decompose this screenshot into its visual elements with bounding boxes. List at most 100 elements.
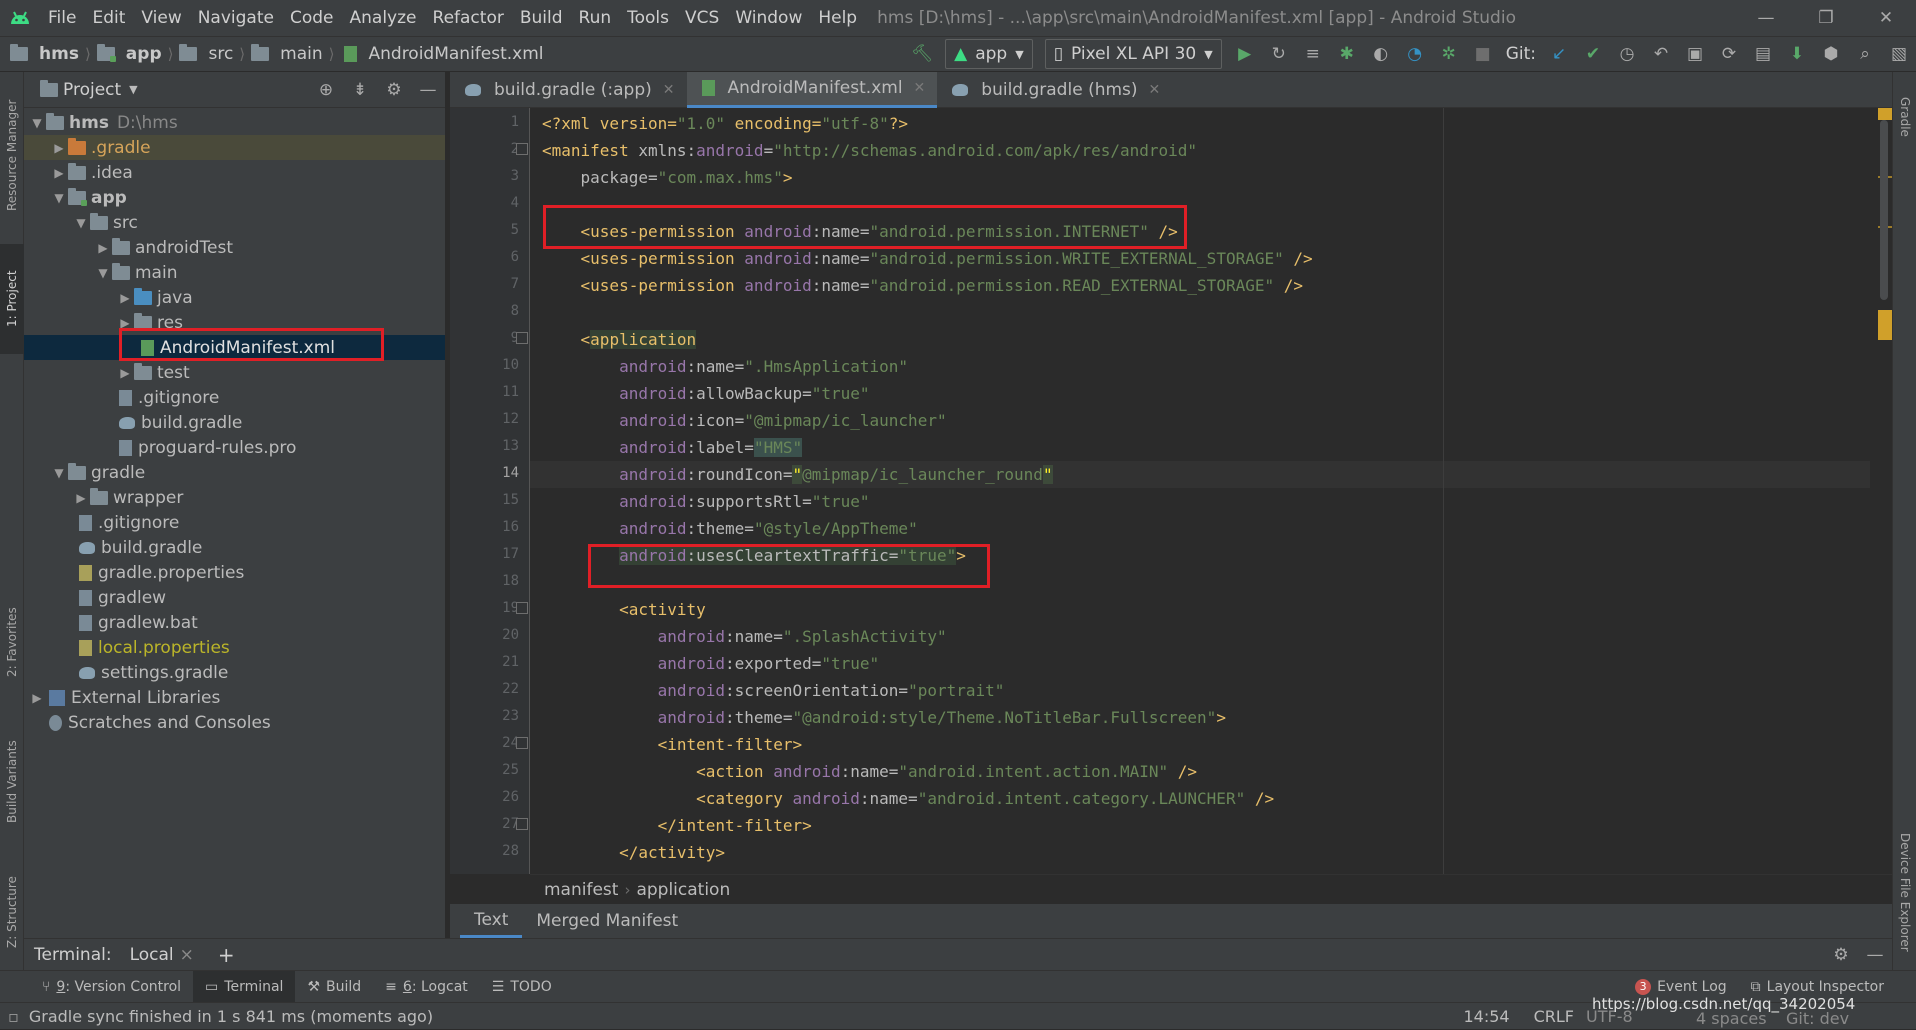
chevron-down-icon[interactable]: ▼ (28, 116, 46, 130)
stop-icon[interactable]: ■ (1466, 44, 1500, 64)
chevron-right-icon[interactable]: ▶ (50, 166, 68, 180)
crumb-main[interactable]: main (251, 44, 323, 64)
tab-text[interactable]: Text (460, 904, 523, 938)
menu-refactor[interactable]: Refactor (425, 8, 512, 28)
caret-position[interactable]: 14:54 (1451, 1007, 1521, 1026)
menu-vcs[interactable]: VCS (677, 8, 727, 28)
build-variants-tab[interactable]: Build Variants (0, 722, 24, 842)
hide-panel-icon[interactable]: — (1858, 945, 1892, 965)
debug-icon[interactable]: ✱ (1330, 44, 1364, 64)
menu-run[interactable]: Run (571, 8, 620, 28)
hammer-icon[interactable]: 🔨︎ (905, 44, 939, 64)
attach-debugger-icon[interactable]: ◐ (1364, 44, 1398, 64)
menu-file[interactable]: File (40, 8, 84, 28)
menu-edit[interactable]: Edit (84, 8, 133, 28)
tree-item-gradle[interactable]: ▼ gradle (24, 460, 445, 485)
chevron-right-icon[interactable]: ▶ (94, 241, 112, 255)
gradle-tab[interactable]: Gradle (1893, 82, 1916, 152)
assistant-icon[interactable]: ▧ (1882, 44, 1916, 64)
tree-item-androidtest[interactable]: ▶ androidTest (24, 235, 445, 260)
menu-navigate[interactable]: Navigate (190, 8, 282, 28)
minimize-button[interactable]: — (1736, 8, 1796, 28)
gear-icon[interactable]: ⚙ (377, 80, 411, 100)
tree-item-gradle-properties[interactable]: gradle.properties (24, 560, 445, 585)
locate-file-icon[interactable]: ⊕ (309, 80, 343, 100)
menu-build[interactable]: Build (512, 8, 571, 28)
fold-marker-icon[interactable] (516, 602, 528, 614)
crumb-manifest-tag[interactable]: manifest (530, 880, 618, 900)
tree-item-scratches[interactable]: Scratches and Consoles (24, 710, 445, 735)
crumb-manifest[interactable]: AndroidManifest.xml (341, 44, 544, 64)
menu-tools[interactable]: Tools (619, 8, 677, 28)
tree-item-dot-gradle[interactable]: ▶ .gradle (24, 135, 445, 160)
todo-tool[interactable]: ☰ TODO (480, 971, 564, 1003)
tree-item-gradlew[interactable]: gradlew (24, 585, 445, 610)
close-icon[interactable]: × (180, 945, 194, 965)
attach-process-icon[interactable]: ✲ (1432, 44, 1466, 64)
chevron-down-icon[interactable]: ▼ (72, 216, 90, 230)
menu-analyze[interactable]: Analyze (342, 8, 425, 28)
crumb-hms[interactable]: hms (10, 44, 79, 64)
tree-item-local-properties[interactable]: local.properties (24, 635, 445, 660)
project-tool-tab[interactable]: 1: Project (0, 244, 24, 354)
chevron-right-icon[interactable]: ▶ (116, 366, 134, 380)
tree-item-app[interactable]: ▼ app (24, 185, 445, 210)
tree-item-wrapper[interactable]: ▶ wrapper (24, 485, 445, 510)
tree-item-app-gitignore[interactable]: .gitignore (24, 385, 445, 410)
project-structure-icon[interactable]: ▣ (1678, 44, 1712, 64)
collapse-all-icon[interactable]: ⇟ (343, 80, 377, 100)
hide-panel-icon[interactable]: — (411, 80, 445, 100)
tree-item-src[interactable]: ▼ src (24, 210, 445, 235)
menu-code[interactable]: Code (282, 8, 342, 28)
chevron-down-icon[interactable]: ▼ (50, 191, 68, 205)
chevron-down-icon[interactable]: ▼ (94, 266, 112, 280)
fold-marker-icon[interactable] (516, 143, 528, 155)
gear-icon[interactable]: ⚙ (1824, 945, 1858, 965)
build-tool[interactable]: ⚒ Build (295, 971, 373, 1003)
tree-item-java[interactable]: ▶ java (24, 285, 445, 310)
git-commit-icon[interactable]: ✔ (1576, 44, 1610, 64)
tree-item-idea[interactable]: ▶ .idea (24, 160, 445, 185)
status-icon[interactable]: ▫ (0, 1007, 19, 1026)
sdk-manager-icon[interactable]: ⬇ (1780, 44, 1814, 64)
resource-manager-tab[interactable]: Resource Manager (0, 90, 24, 220)
tree-item-app-build-gradle[interactable]: build.gradle (24, 410, 445, 435)
search-icon[interactable]: ⌕ (1848, 44, 1882, 64)
menu-view[interactable]: View (133, 8, 189, 28)
restore-button[interactable]: ❐ (1796, 8, 1856, 28)
crumb-app[interactable]: app (96, 44, 162, 64)
menu-window[interactable]: Window (727, 8, 810, 28)
layout-inspector-icon[interactable]: ⬢ (1814, 44, 1848, 64)
tree-item-gitignore[interactable]: .gitignore (24, 510, 445, 535)
crumb-src[interactable]: src (179, 44, 233, 64)
terminal-tab-local[interactable]: Local (130, 945, 174, 965)
tab-androidmanifest[interactable]: AndroidManifest.xml ✕ (686, 71, 938, 108)
chevron-right-icon[interactable]: ▶ (72, 491, 90, 505)
close-icon[interactable]: ✕ (1149, 82, 1161, 98)
tab-build-gradle-app[interactable]: build.gradle (:app) ✕ (450, 72, 687, 108)
favorites-tab[interactable]: 2: Favorites (0, 587, 24, 697)
apply-changes-icon[interactable]: ↻ (1262, 44, 1296, 64)
avd-manager-icon[interactable]: ▤ (1746, 44, 1780, 64)
tab-merged-manifest[interactable]: Merged Manifest (522, 904, 692, 938)
tree-item-proguard[interactable]: proguard-rules.pro (24, 435, 445, 460)
add-terminal-button[interactable]: + (218, 943, 235, 967)
sync-gradle-icon[interactable]: ⟳ (1712, 44, 1746, 64)
history-icon[interactable]: ◷ (1610, 44, 1644, 64)
close-icon[interactable]: ✕ (914, 80, 926, 96)
chevron-right-icon[interactable]: ▶ (28, 691, 46, 705)
close-window-button[interactable]: ✕ (1856, 8, 1916, 28)
status-message[interactable]: Gradle sync finished in 1 s 841 ms (mome… (19, 1007, 433, 1026)
chevron-down-icon[interactable]: ▼ (50, 466, 68, 480)
line-separator[interactable]: CRLF (1522, 1007, 1586, 1026)
chevron-right-icon[interactable]: ▶ (116, 291, 134, 305)
run-icon[interactable]: ▶ (1228, 44, 1262, 64)
tree-item-build-gradle[interactable]: build.gradle (24, 535, 445, 560)
close-icon[interactable]: ✕ (663, 82, 675, 98)
rollback-icon[interactable]: ↶ (1644, 44, 1678, 64)
terminal-tool[interactable]: ▭ Terminal (193, 970, 296, 1003)
git-update-icon[interactable]: ↙ (1542, 44, 1576, 64)
device-file-explorer-tab[interactable]: Device File Explorer (1893, 812, 1916, 972)
version-control-tool[interactable]: ⑂ 9: Version Control (30, 971, 193, 1003)
tree-item-test[interactable]: ▶ test (24, 360, 445, 385)
